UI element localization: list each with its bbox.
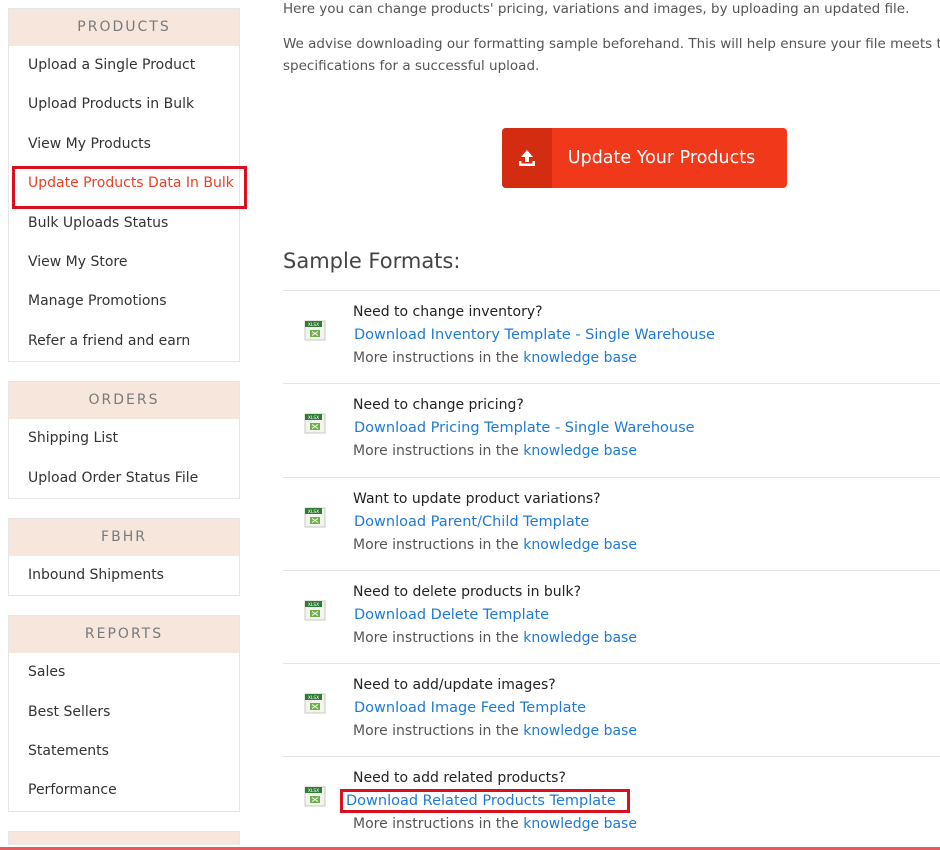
sidebar-item-sales[interactable]: Sales — [9, 653, 239, 692]
sidebar-item-upload-single-product[interactable]: Upload a Single Product — [9, 46, 239, 85]
format-question: Need to add/update images? — [353, 677, 556, 694]
intro-text: Here you can change products' pricing, v… — [283, 1, 910, 17]
download-template-link[interactable]: Download Pricing Template - Single Wareh… — [354, 420, 695, 436]
sample-formats-list: XLSX Need to change inventory? Download In… — [283, 290, 940, 850]
xlsx-icon-text: XLSX — [308, 695, 319, 701]
download-template-link[interactable]: Download Parent/Child Template — [354, 514, 589, 530]
sidebar-item-shipping-list[interactable]: Shipping List — [9, 419, 239, 458]
more-instructions: More instructions in the knowledge base — [353, 630, 637, 646]
sidebar-nav: PRODUCTS Upload a Single Product Upload … — [8, 8, 247, 845]
more-instructions-text: More instructions in the — [353, 723, 519, 740]
sidebar-section-products: PRODUCTS Upload a Single Product Upload … — [8, 8, 247, 363]
format-question: Need to add related products? — [353, 770, 566, 787]
more-instructions: More instructions in the knowledge base — [353, 443, 637, 459]
download-template-link[interactable]: Download Related Products Template — [340, 789, 630, 814]
update-your-products-button[interactable]: Update Your Products — [502, 128, 787, 188]
more-instructions-text: More instructions in the — [353, 816, 519, 833]
xlsx-icon-text: XLSX — [308, 322, 319, 328]
download-template-link[interactable]: Download Image Feed Template — [354, 700, 586, 716]
xlsx-icon-text: XLSX — [308, 602, 319, 608]
more-instructions-text: More instructions in the — [353, 350, 519, 366]
sidebar-item-manage-promotions[interactable]: Manage Promotions — [9, 282, 239, 321]
sample-format-row-inventory: XLSX Need to change inventory? Download In… — [283, 290, 940, 383]
knowledge-base-link[interactable]: knowledge base — [523, 723, 637, 739]
more-instructions: More instructions in the knowledge base — [353, 723, 637, 739]
intro-advice-text: We advise downloading our formatting sam… — [283, 36, 940, 74]
sidebar-item-refer-a-friend[interactable]: Refer a friend and earn — [9, 322, 239, 361]
sidebar-section-partial — [8, 830, 240, 845]
sidebar-section-orders: ORDERS Shipping List Upload Order Status… — [8, 381, 240, 499]
more-instructions: More instructions in the knowledge base — [353, 350, 637, 366]
more-instructions-text: More instructions in the — [353, 443, 519, 460]
sidebar-item-view-my-products[interactable]: View My Products — [9, 125, 239, 164]
sidebar-item-view-my-store[interactable]: View My Store — [9, 243, 239, 282]
more-instructions-text: More instructions in the — [353, 629, 519, 646]
xlsx-file-icon: XLSX — [303, 598, 327, 626]
sidebar-item-best-sellers[interactable]: Best Sellers — [9, 693, 239, 732]
upload-icon — [502, 128, 552, 188]
knowledge-base-link[interactable]: knowledge base — [523, 630, 637, 646]
xlsx-icon-text: XLSX — [308, 788, 319, 794]
xlsx-file-icon: XLSX — [303, 784, 327, 812]
update-button-label: Update Your Products — [567, 148, 756, 168]
knowledge-base-link[interactable]: knowledge base — [523, 443, 637, 459]
sidebar-item-upload-products-bulk[interactable]: Upload Products in Bulk — [9, 85, 239, 124]
format-question: Need to change inventory? — [353, 304, 543, 320]
sample-format-row-delete: XLSX Need to delete products in bulk? Down… — [283, 569, 940, 663]
format-question: Need to change pricing? — [353, 397, 524, 414]
knowledge-base-link[interactable]: knowledge base — [523, 816, 637, 832]
sample-format-row-image-feed: XLSX Need to add/update images? Download I… — [283, 663, 940, 756]
sample-format-row-parent-child: XLSX Want to update product variations? Do… — [283, 476, 940, 570]
sample-format-row-pricing: XLSX Need to change pricing? Download Pric… — [283, 383, 940, 476]
format-question: Need to delete products in bulk? — [353, 583, 582, 600]
xlsx-icon-text: XLSX — [308, 508, 319, 514]
sidebar-section-title: ORDERS — [9, 382, 239, 420]
more-instructions-text: More instructions in the — [353, 536, 519, 553]
sidebar-item-bulk-uploads-status[interactable]: Bulk Uploads Status — [9, 204, 239, 243]
knowledge-base-link[interactable]: knowledge base — [523, 350, 637, 366]
format-question: Want to update product variations? — [353, 490, 601, 507]
knowledge-base-link[interactable]: knowledge base — [523, 537, 637, 553]
xlsx-file-icon: XLSX — [303, 505, 327, 533]
sidebar-item-statements[interactable]: Statements — [9, 732, 239, 771]
xlsx-file-icon: XLSX — [303, 411, 327, 439]
xlsx-icon-text: XLSX — [308, 415, 319, 421]
download-template-link[interactable]: Download Inventory Template - Single War… — [354, 327, 715, 343]
sidebar-item-update-products-data-bulk[interactable]: Update Products Data In Bulk — [9, 164, 247, 210]
more-instructions: More instructions in the knowledge base — [353, 537, 637, 553]
sidebar-item-inbound-shipments[interactable]: Inbound Shipments — [9, 556, 239, 595]
sidebar-item-upload-order-status-file[interactable]: Upload Order Status File — [9, 459, 239, 498]
xlsx-file-icon: XLSX — [303, 318, 327, 346]
sidebar-section-fbhr: FBHR Inbound Shipments — [8, 517, 240, 597]
sidebar-section-reports: REPORTS Sales Best Sellers Statements Pe… — [8, 615, 240, 812]
xlsx-file-icon: XLSX — [303, 691, 327, 719]
download-template-link[interactable]: Download Delete Template — [354, 607, 549, 623]
sidebar-section-title: REPORTS — [9, 616, 239, 654]
sidebar-section-title: FBHR — [9, 518, 239, 556]
sample-format-row-related-products: XLSX Need to add related products? Downloa… — [283, 756, 940, 849]
more-instructions: More instructions in the knowledge base — [353, 816, 637, 832]
sample-formats-title: Sample Formats: — [283, 249, 461, 273]
sidebar-item-performance[interactable]: Performance — [9, 771, 239, 810]
sidebar-section-title: PRODUCTS — [9, 9, 239, 46]
